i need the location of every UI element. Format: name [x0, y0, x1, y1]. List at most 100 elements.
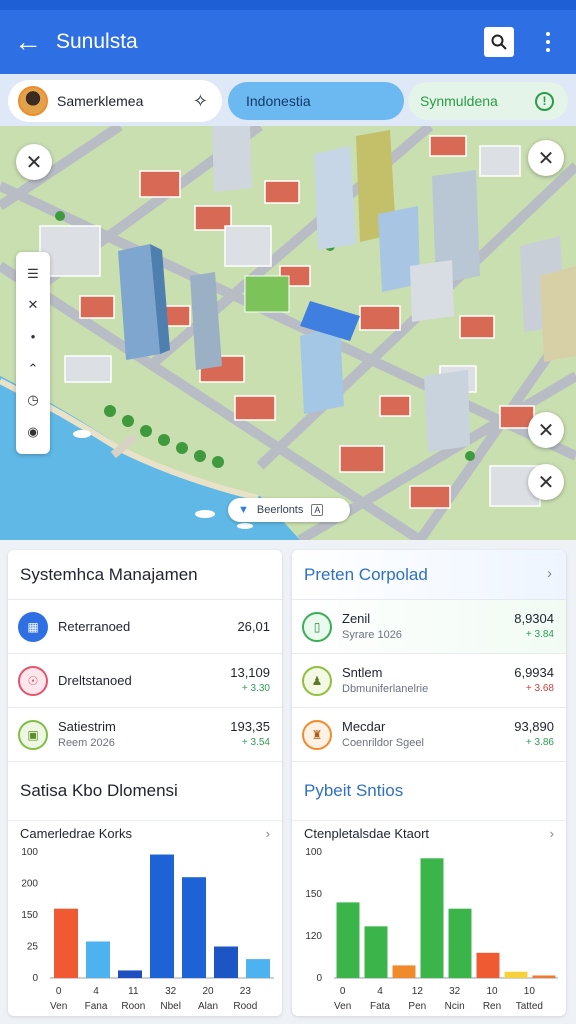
- y-tick-label: 100: [305, 847, 322, 858]
- map-tool-rail: ☰ ✕ • ⌃ ◷ ◉: [16, 252, 50, 454]
- tower-icon: ▯: [302, 611, 332, 642]
- list-item-delta: + 3.54: [241, 736, 270, 748]
- x-tick-label: 0: [340, 986, 346, 997]
- x-tick-label: 12: [412, 986, 424, 997]
- list-item[interactable]: ▯ Zenil Syrare 1026 8,9304 + 3.84: [292, 600, 566, 654]
- map-edit-icon[interactable]: ✧: [193, 91, 208, 112]
- chart-title: Camerledrae Korks: [20, 826, 132, 841]
- list-item[interactable]: ☉ Dreltstanoed 13,109 + 3.30: [8, 654, 282, 708]
- x-tick-label: 0: [56, 986, 62, 997]
- chevron-right-icon[interactable]: ›: [547, 565, 552, 582]
- progress-panel: Preten Corpolad › ▯ Zenil Syrare 1026 8,…: [292, 550, 566, 1016]
- statistics-section-title: Pybeit Sntios: [304, 781, 404, 800]
- x-tick-label: 10: [524, 986, 536, 997]
- bar: [214, 946, 238, 978]
- bar: [448, 908, 472, 978]
- bar: [364, 926, 388, 978]
- map-location-pill[interactable]: ▼ Beerlonts A: [228, 498, 350, 522]
- simulation-chip-label: Synmuldena: [420, 93, 498, 109]
- close-icon[interactable]: ✕: [528, 464, 564, 500]
- factory-icon: ♜: [302, 719, 332, 750]
- bar: [118, 970, 142, 978]
- crosshair-icon[interactable]: ✕: [20, 293, 46, 317]
- x-category-label: Nbel: [160, 1001, 181, 1012]
- x-category-label: Alan: [198, 1001, 218, 1012]
- bar: [246, 959, 270, 978]
- x-tick-label: 4: [377, 986, 383, 997]
- list-item-value: 93,890: [514, 718, 554, 734]
- filter-bar: Samerklemea ✧ Indonestia Synmuldena !: [0, 74, 576, 126]
- list-item-value: 8,9304: [514, 610, 554, 626]
- statistics-section-title: Satisa Kbo Dlomensi: [20, 781, 178, 800]
- progress-panel-title: Preten Corpolad: [304, 564, 428, 584]
- more-menu-icon[interactable]: [534, 22, 562, 62]
- layers-icon[interactable]: ☰: [20, 262, 46, 286]
- y-tick-label: 150: [305, 889, 322, 900]
- x-category-label: Fana: [85, 1001, 108, 1012]
- city-map[interactable]: ✕ ✕ ✕ ✕ ☰ ✕ • ⌃ ◷ ◉ ▼ Beerlonts A: [0, 126, 576, 540]
- back-arrow-icon[interactable]: ←: [0, 10, 56, 74]
- x-category-label: Tatted: [516, 1001, 543, 1012]
- shield-icon[interactable]: ◉: [20, 420, 46, 444]
- timer-icon[interactable]: ◷: [20, 388, 46, 412]
- bar-chart-svg: 0 120 150 100 0 Ven 4 Fata 12 Pen 32 Ncin 10 Ren 10 Tat…: [305, 847, 558, 1012]
- pin-icon[interactable]: •: [20, 325, 46, 349]
- x-category-label: Ven: [50, 1001, 67, 1012]
- list-item-subtitle: Coenrildor Sgeel: [342, 736, 424, 749]
- list-item-name: Sntlem: [342, 664, 383, 680]
- x-category-label: Fata: [370, 1001, 390, 1012]
- x-category-label: Roon: [121, 1001, 145, 1012]
- list-item-delta: + 3.30: [241, 682, 270, 694]
- search-button[interactable]: [484, 27, 514, 57]
- x-category-label: Pen: [408, 1001, 426, 1012]
- x-category-label: Ren: [483, 1001, 501, 1012]
- list-item-delta: + 3.86: [525, 736, 554, 748]
- avatar: [18, 86, 48, 116]
- status-bar: [0, 0, 576, 10]
- list-item-delta: + 3.68: [525, 682, 554, 694]
- route-icon[interactable]: ⌃: [20, 357, 46, 381]
- chevron-right-icon[interactable]: ›: [550, 826, 554, 841]
- list-item-name: Mecdar: [342, 718, 386, 734]
- list-item[interactable]: ♜ Mecdar Coenrildor Sgeel 93,890 + 3.86: [292, 708, 566, 762]
- power-icon: ☉: [18, 665, 48, 696]
- city-map-illustration: [0, 126, 576, 540]
- y-tick-label: 25: [27, 942, 39, 953]
- chevron-right-icon[interactable]: ›: [266, 826, 270, 841]
- close-icon[interactable]: ✕: [528, 412, 564, 448]
- bar-chart-left: 0 25 150 200 100 0 Ven 4 Fana 11 Roon 32 Nbel 20 Alan 2…: [8, 840, 282, 1016]
- y-tick-label: 100: [21, 847, 38, 858]
- bar: [150, 854, 174, 978]
- x-tick-label: 11: [128, 986, 139, 997]
- management-panel: Systemhca Manajamen ▦ Reterranoed 26,01 …: [8, 550, 282, 1016]
- close-icon[interactable]: ✕: [528, 140, 564, 176]
- list-item-value: 6,9934: [514, 664, 554, 680]
- list-item-value: 193,35: [230, 718, 270, 734]
- country-chip-label: Indonestia: [246, 93, 311, 109]
- bar: [182, 877, 206, 978]
- list-item[interactable]: ♟ Sntlem Dbmuniferlanelrie 6,9934 + 3.68: [292, 654, 566, 708]
- close-icon[interactable]: ✕: [16, 144, 52, 180]
- country-chip[interactable]: Indonestia: [228, 82, 404, 120]
- bar: [54, 908, 78, 978]
- alert-icon[interactable]: !: [535, 92, 554, 111]
- person-icon: ♟: [302, 665, 332, 696]
- user-chip[interactable]: Samerklemea ✧: [8, 80, 222, 122]
- x-category-label: Ncin: [445, 1001, 465, 1012]
- page-title: Sunulsta: [56, 30, 138, 53]
- x-tick-label: 10: [486, 986, 498, 997]
- simulation-chip[interactable]: Synmuldena !: [408, 82, 568, 120]
- bar: [504, 971, 528, 978]
- progress-panel-header[interactable]: Preten Corpolad ›: [292, 550, 566, 600]
- list-item-delta: + 3.84: [525, 628, 554, 640]
- y-tick-label: 120: [305, 931, 322, 942]
- list-item-name: Zenil: [342, 610, 371, 626]
- list-item-subtitle: Dbmuniferlanelrie: [342, 682, 429, 695]
- y-tick-label: 0: [316, 973, 322, 984]
- list-item[interactable]: ▦ Reterranoed 26,01: [8, 600, 282, 654]
- y-tick-label: 200: [21, 879, 38, 890]
- list-item-value: 13,109: [230, 664, 270, 680]
- list-item[interactable]: ▣ Satiestrim Reem 2026 193,35 + 3.54: [8, 708, 282, 762]
- list-item-name: Dreltstanoed: [58, 672, 132, 688]
- app-bar: ← Sunulsta: [0, 10, 576, 74]
